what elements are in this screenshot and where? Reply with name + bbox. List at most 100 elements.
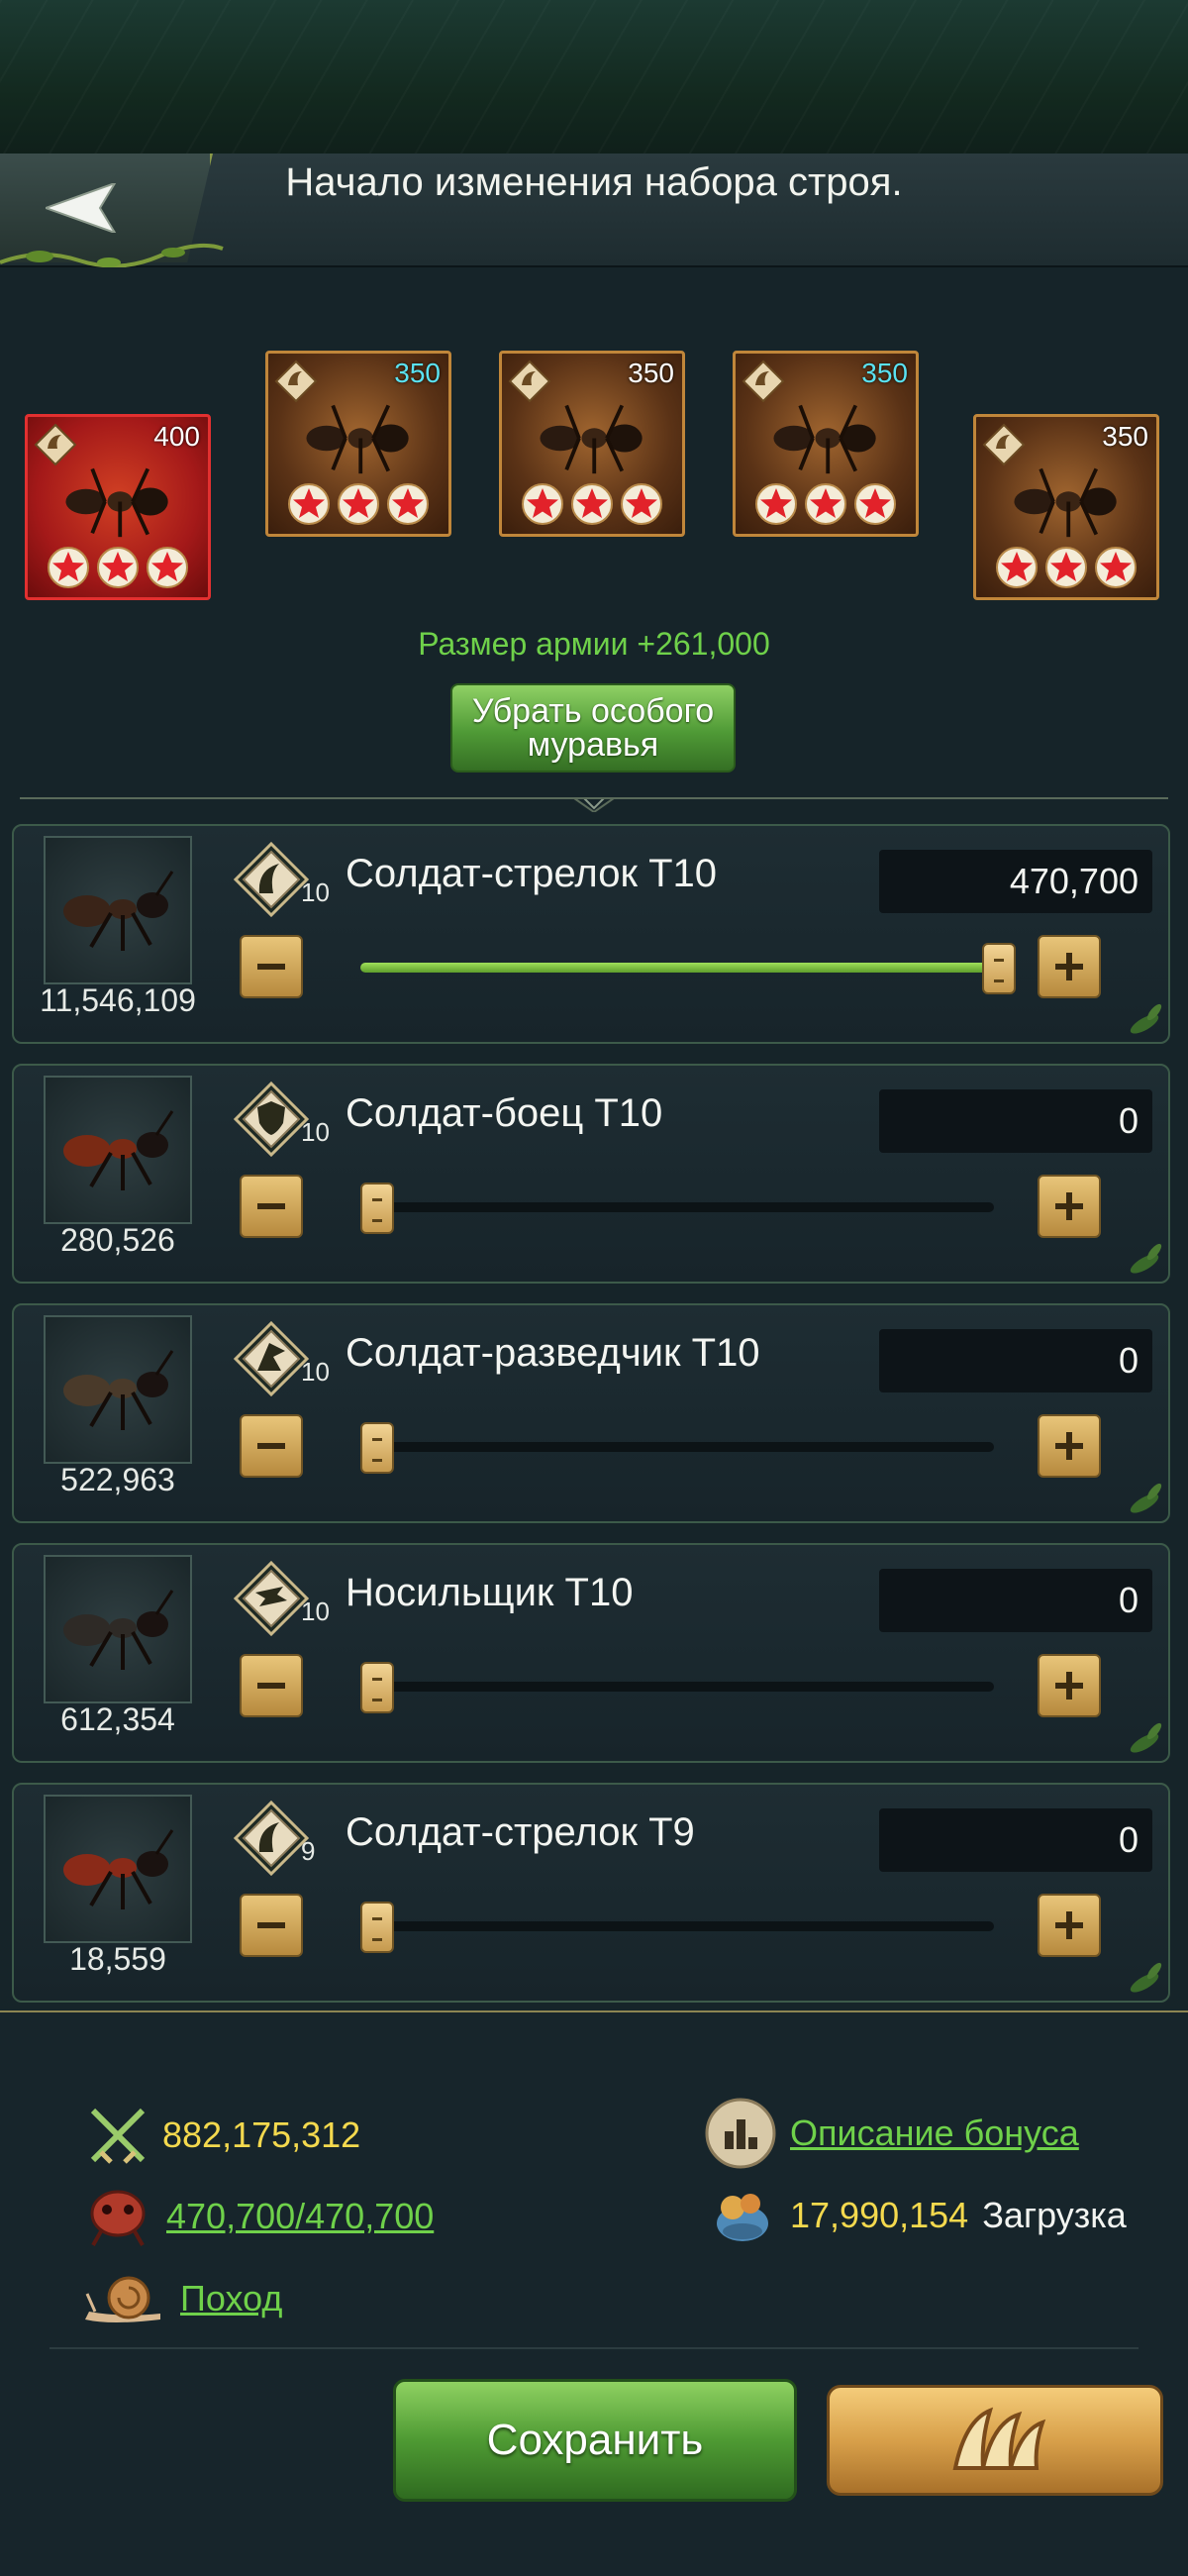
decrease-button[interactable] [240,935,303,998]
save-button[interactable]: Сохранить [393,2379,797,2502]
troop-slider-thumb[interactable] [360,1902,394,1953]
hero-power-value: 350 [394,358,441,388]
increase-button[interactable] [1038,1654,1101,1717]
remove-special-ant-button[interactable]: Убрать особого муравья [450,683,736,773]
leaf-decoration [1130,1722,1162,1753]
troop-slider-thumb[interactable] [360,1183,394,1234]
increase-button[interactable] [1038,1414,1101,1478]
troop-slider-thumb[interactable] [982,943,1016,994]
hero-card[interactable]: 350 [973,414,1159,600]
minus-icon [257,1203,285,1209]
troop-name: Солдат-стрелок T10 [346,852,717,895]
increase-button[interactable] [1038,1175,1101,1238]
troop-row: 280,526 10 Солдат-боец T10 0 [12,1064,1170,1284]
ant-icon [63,871,174,951]
plus-icon [1055,1192,1083,1220]
load-icon [717,2194,768,2241]
troop-name: Носильщик T10 [346,1571,634,1614]
troops-count-link[interactable]: 470,700/470,700 [83,2184,434,2249]
march-label[interactable]: Поход [180,2278,282,2319]
scout-icon [233,1320,310,1397]
troop-portrait [44,1315,192,1464]
increase-button[interactable] [1038,935,1101,998]
troop-slider-track[interactable] [360,1442,994,1452]
shooter-icon [233,1800,310,1877]
shooter-icon [233,841,310,918]
quick-deploy-button[interactable] [827,2385,1163,2496]
decrease-button[interactable] [240,1414,303,1478]
decrease-button[interactable] [240,1654,303,1717]
bonus-description-label[interactable]: Описание бонуса [790,2112,1079,2154]
plus-icon [1055,1432,1083,1460]
minus-icon [257,1922,285,1928]
decrease-button[interactable] [240,1175,303,1238]
troop-row: 522,963 10 Солдат-разведчик T10 0 [12,1303,1170,1523]
hero-ant-icon [540,404,643,474]
star-icon [386,482,430,530]
bonus-description-link[interactable]: Описание бонуса [705,2098,1079,2169]
march-link[interactable]: Поход [81,2268,282,2329]
star-icon [287,482,331,530]
troop-available-count: 280,526 [60,1222,175,1258]
hero-card[interactable]: 350 [733,351,919,537]
leaf-decoration [1130,1243,1162,1274]
hero-card[interactable]: 350 [499,351,685,537]
hero-card[interactable]: 350 [265,351,451,537]
ant-icon [63,1829,174,1909]
top-background [0,0,1188,158]
troop-row: 11,546,109 10 Солдат-стрелок T10 470,700 [12,824,1170,1044]
troop-quantity-input[interactable]: 0 [879,1329,1152,1392]
load-stat: 17,990,154 Загрузка [709,2184,1127,2247]
snail-icon [85,2276,160,2322]
star-icon [995,546,1039,593]
hero-type-icon [742,360,785,403]
hero-ant-icon [306,404,409,474]
troop-slider-thumb[interactable] [360,1422,394,1474]
hero-power-value: 350 [628,358,674,388]
hero-power-value: 350 [1102,421,1148,452]
troop-available-count: 522,963 [60,1462,175,1497]
troop-quantity-input[interactable]: 0 [879,1569,1152,1632]
troop-quantity-input[interactable]: 0 [879,1808,1152,1872]
troop-slider-track[interactable] [360,1921,994,1931]
back-arrow-icon [46,183,118,233]
troop-name: Солдат-стрелок T9 [346,1810,695,1854]
star-icon [96,546,140,593]
troops-count-value[interactable]: 470,700/470,700 [166,2196,434,2237]
hero-type-icon [982,423,1026,466]
troop-tier: 10 [301,1357,330,1387]
troop-slider-track[interactable] [360,1682,994,1692]
hero-card[interactable]: 400 [25,414,211,600]
hero-stars [28,546,208,593]
hero-type-icon [274,360,318,403]
troop-quantity-input[interactable]: 0 [879,1089,1152,1153]
increase-button[interactable] [1038,1894,1101,1957]
troop-portrait [44,836,192,984]
ant-icon [63,1110,174,1190]
ant-icon [63,1590,174,1670]
load-label: Загрузка [982,2195,1127,2235]
hero-stars [502,482,682,530]
ant-head-icon [90,2190,146,2246]
page-title: Начало изменения набора строя. [285,160,903,204]
star-icon [1094,546,1138,593]
crossed-swords-icon [90,2108,146,2164]
hero-ant-icon [1014,467,1117,538]
troop-available-count: 18,559 [69,1941,166,1977]
leaf-decoration [1130,1003,1162,1034]
troop-quantity-input[interactable]: 470,700 [879,850,1152,913]
minus-icon [257,1443,285,1449]
troop-portrait [44,1555,192,1703]
star-icon [337,482,380,530]
troop-slider-fill [360,963,994,973]
star-icon [47,546,90,593]
army-size-text: Размер армии +261,000 [418,626,770,662]
hero-stars [268,482,448,530]
hero-power-value: 400 [153,421,200,452]
troop-available-count: 612,354 [60,1701,175,1737]
troop-slider-thumb[interactable] [360,1662,394,1713]
star-icon [853,482,897,530]
defender-icon [233,1081,310,1158]
decrease-button[interactable] [240,1894,303,1957]
troop-slider-track[interactable] [360,1202,994,1212]
